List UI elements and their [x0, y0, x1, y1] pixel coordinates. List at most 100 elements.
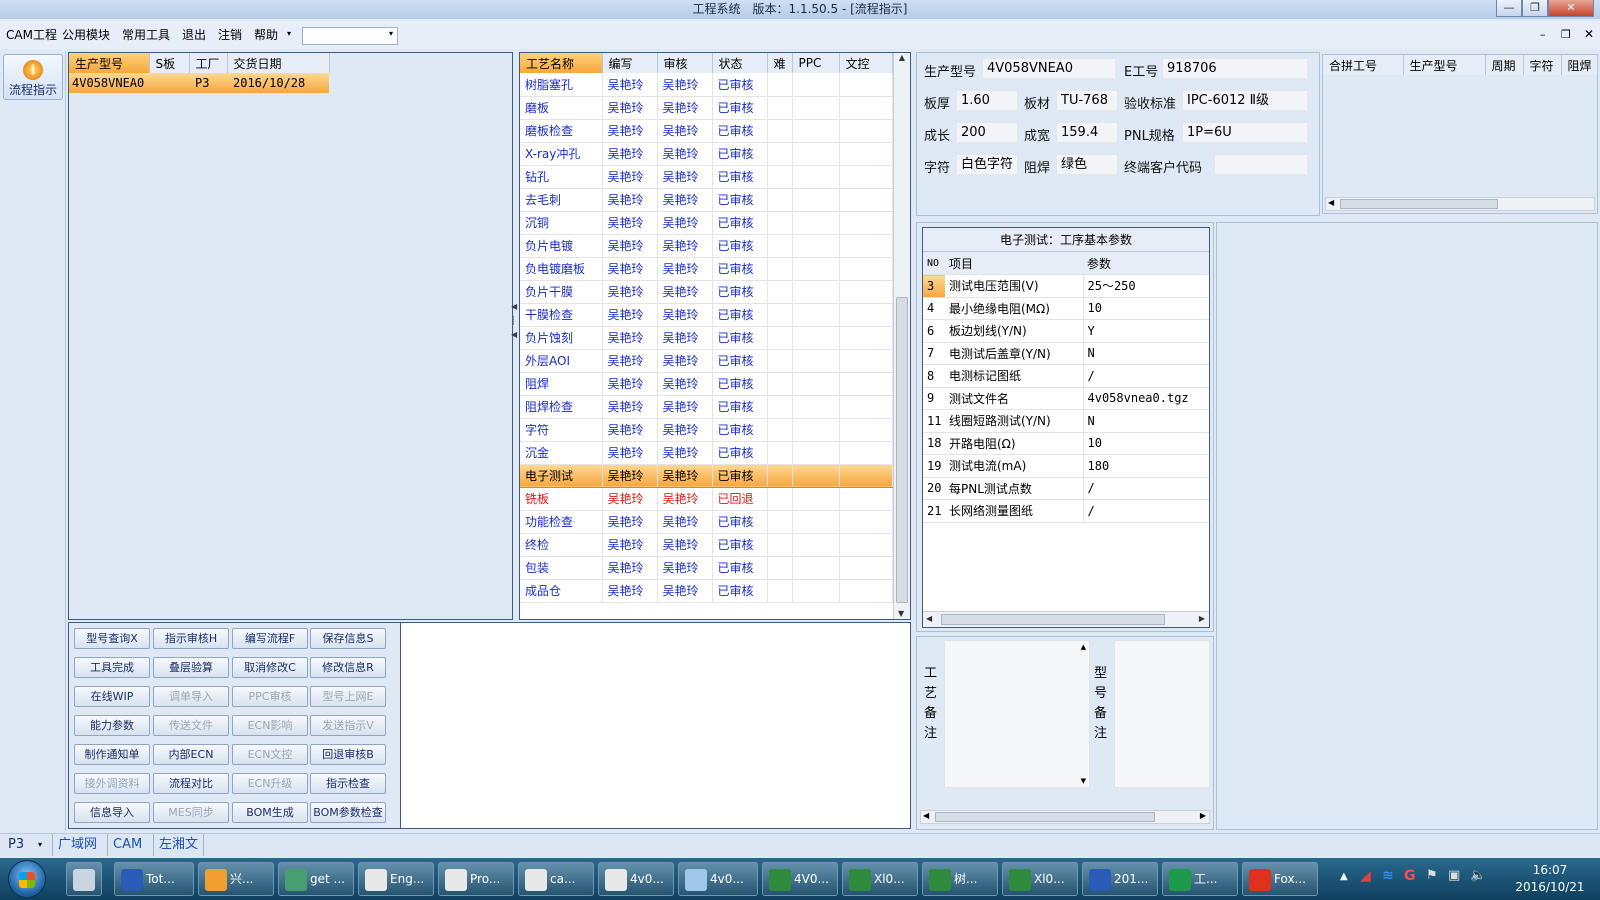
table-row[interactable]: 9 测试文件名 4v058vnea0.tgz: [923, 387, 1209, 410]
action-button[interactable]: ECN升级: [232, 773, 308, 794]
table-row[interactable]: 字符 吴艳玲 吴艳玲 已审核: [520, 418, 893, 442]
action-button[interactable]: 取消修改C: [232, 657, 308, 678]
menu-logout[interactable]: 注销: [218, 25, 242, 45]
action-button[interactable]: 修改信息R: [310, 657, 386, 678]
taskbar-app[interactable]: Xl0...: [1002, 862, 1078, 896]
menu-public[interactable]: 公用模块: [62, 25, 110, 45]
tray-network-icon[interactable]: ≋: [1382, 868, 1394, 884]
action-button[interactable]: BOM生成: [232, 802, 308, 823]
menu-combo[interactable]: ▾: [302, 27, 398, 45]
mdi-restore-icon[interactable]: ❐: [1561, 28, 1571, 41]
table-row[interactable]: 负片干膜 吴艳玲 吴艳玲 已审核: [520, 280, 893, 304]
action-button[interactable]: 工具完成: [74, 657, 150, 678]
tray-volume-icon[interactable]: 🔈: [1470, 868, 1486, 883]
table-row[interactable]: 阻焊 吴艳玲 吴艳玲 已审核: [520, 372, 893, 396]
action-button[interactable]: 内部ECN: [153, 744, 229, 765]
table-row[interactable]: 沉铜 吴艳玲 吴艳玲 已审核: [520, 211, 893, 235]
col-merge-model[interactable]: 生产型号: [1403, 55, 1486, 75]
action-button[interactable]: 能力参数: [74, 715, 150, 736]
col-item[interactable]: 项目: [945, 252, 1083, 275]
table-row[interactable]: 19 测试电流(mA) 180: [923, 454, 1209, 478]
table-row[interactable]: 负片电镀 吴艳玲 吴艳玲 已审核: [520, 234, 893, 258]
action-button[interactable]: MES同步: [153, 802, 229, 823]
model-field[interactable]: 4V058VNEA0: [982, 58, 1116, 79]
scroll-thumb[interactable]: [941, 614, 1165, 625]
table-row[interactable]: 去毛刺 吴艳玲 吴艳玲 已审核: [520, 188, 893, 212]
action-button[interactable]: 发送指示V: [310, 715, 386, 736]
taskbar-app[interactable]: Xl0...: [842, 862, 918, 896]
col-merge-mask[interactable]: 阻焊: [1561, 55, 1598, 75]
table-row[interactable]: 11 线圈短路测试(Y/N) N: [923, 409, 1209, 433]
remarks-hscroll[interactable]: ◀ ▶: [920, 810, 1210, 824]
col-delivery[interactable]: 交货日期: [227, 53, 330, 73]
action-button[interactable]: 型号查询X: [74, 628, 150, 649]
tray-monitor-icon[interactable]: ▣: [1448, 868, 1460, 883]
model-remark-textarea[interactable]: [1114, 640, 1210, 788]
tray-app-icon[interactable]: ◢: [1360, 868, 1371, 884]
table-row[interactable]: 沉金 吴艳玲 吴艳玲 已审核: [520, 441, 893, 465]
col-model[interactable]: 生产型号: [69, 53, 150, 73]
tray-expand-icon[interactable]: ▲: [1340, 871, 1348, 882]
taskbar-app[interactable]: Fox...: [1242, 862, 1318, 896]
flow-indicator-button[interactable]: ‖ 流程指示: [3, 54, 63, 100]
table-row[interactable]: 负片蚀刻 吴艳玲 吴艳玲 已审核: [520, 326, 893, 350]
taskbar-app[interactable]: 树...: [922, 862, 998, 896]
scroll-right-icon[interactable]: ▶: [1199, 614, 1205, 623]
action-button[interactable]: 流程对比: [153, 773, 229, 794]
menu-help[interactable]: 帮助: [254, 25, 278, 45]
action-button[interactable]: 指示审核H: [153, 628, 229, 649]
scroll-up-icon[interactable]: ▲: [1081, 643, 1086, 651]
table-row[interactable]: 4 最小绝缘电阻(MΩ) 10: [923, 297, 1209, 320]
taskbar-app[interactable]: 4V0...: [762, 862, 838, 896]
table-row[interactable]: 成品仓 吴艳玲 吴艳玲 已审核: [520, 579, 893, 603]
table-row[interactable]: 阻焊检查 吴艳玲 吴艳玲 已审核: [520, 395, 893, 419]
process-scrollbar[interactable]: ▲ ▼: [893, 53, 910, 619]
scroll-left-icon[interactable]: ◀: [926, 614, 932, 623]
scroll-up-icon[interactable]: ▲: [894, 53, 910, 62]
action-button[interactable]: 制作通知单: [74, 744, 150, 765]
material-field[interactable]: TU-768: [1056, 90, 1118, 111]
taskbar-app[interactable]: 兴...: [198, 862, 274, 896]
table-row[interactable]: 磨板 吴艳玲 吴艳玲 已审核: [520, 96, 893, 120]
taskbar-app[interactable]: ca...: [518, 862, 594, 896]
table-row[interactable]: 4V058VNEA0 P3 2016/10/28: [69, 73, 329, 93]
col-status[interactable]: 状态: [712, 53, 768, 73]
chevron-down-icon[interactable]: ▾: [38, 840, 42, 849]
mdi-close-icon[interactable]: ✕: [1584, 27, 1594, 41]
table-row[interactable]: 7 电测试后盖章(Y/N) N: [923, 342, 1209, 365]
standard-field[interactable]: IPC-6012 Ⅱ级: [1182, 90, 1308, 111]
menu-exit[interactable]: 退出: [182, 25, 206, 45]
length-field[interactable]: 200: [956, 122, 1018, 143]
taskbar-app[interactable]: Tot...: [114, 862, 194, 896]
col-factory[interactable]: 工厂: [189, 53, 228, 73]
mask-field[interactable]: 绿色: [1056, 154, 1118, 175]
taskbar-app[interactable]: 4v0...: [678, 862, 758, 896]
taskbar-app[interactable]: 工...: [1162, 862, 1238, 896]
customer-field[interactable]: [1214, 154, 1308, 175]
craft-remark-textarea[interactable]: ▲ ▼: [944, 640, 1090, 788]
action-button[interactable]: 接外调资料: [74, 773, 150, 794]
table-row[interactable]: 功能检查 吴艳玲 吴艳玲 已审核: [520, 510, 893, 534]
action-button[interactable]: ECN文控: [232, 744, 308, 765]
table-row[interactable]: 包装 吴艳玲 吴艳玲 已审核: [520, 556, 893, 580]
taskbar-app[interactable]: 201...: [1082, 862, 1158, 896]
scroll-thumb[interactable]: [1340, 199, 1498, 209]
mdi-minimize-icon[interactable]: –: [1540, 28, 1546, 41]
col-process-name[interactable]: 工艺名称: [520, 53, 603, 73]
status-factory[interactable]: P3: [8, 837, 24, 852]
col-auditor[interactable]: 审核: [657, 53, 713, 73]
scroll-left-icon[interactable]: ◀: [923, 811, 929, 820]
col-merge-legend[interactable]: 字符: [1523, 55, 1562, 75]
taskbar-app[interactable]: get ...: [278, 862, 354, 896]
scroll-thumb[interactable]: [935, 812, 1155, 822]
tray-date[interactable]: 2016/10/21: [1510, 880, 1590, 894]
table-row[interactable]: 钻孔 吴艳玲 吴艳玲 已审核: [520, 165, 893, 189]
table-row[interactable]: 6 板边划线(Y/N) Y: [923, 319, 1209, 343]
table-row[interactable]: 铣板 吴艳玲 吴艳玲 已回退: [520, 487, 893, 511]
restore-button[interactable]: ❐: [1522, 0, 1548, 17]
table-row[interactable]: 电子测试 吴艳玲 吴艳玲 已审核: [520, 464, 893, 488]
scroll-left-icon[interactable]: ◀: [1328, 198, 1334, 207]
table-row[interactable]: 20 每PNL测试点数 /: [923, 477, 1209, 500]
scroll-down-icon[interactable]: ▼: [1081, 777, 1086, 785]
legend-field[interactable]: 白色字符: [956, 154, 1018, 175]
